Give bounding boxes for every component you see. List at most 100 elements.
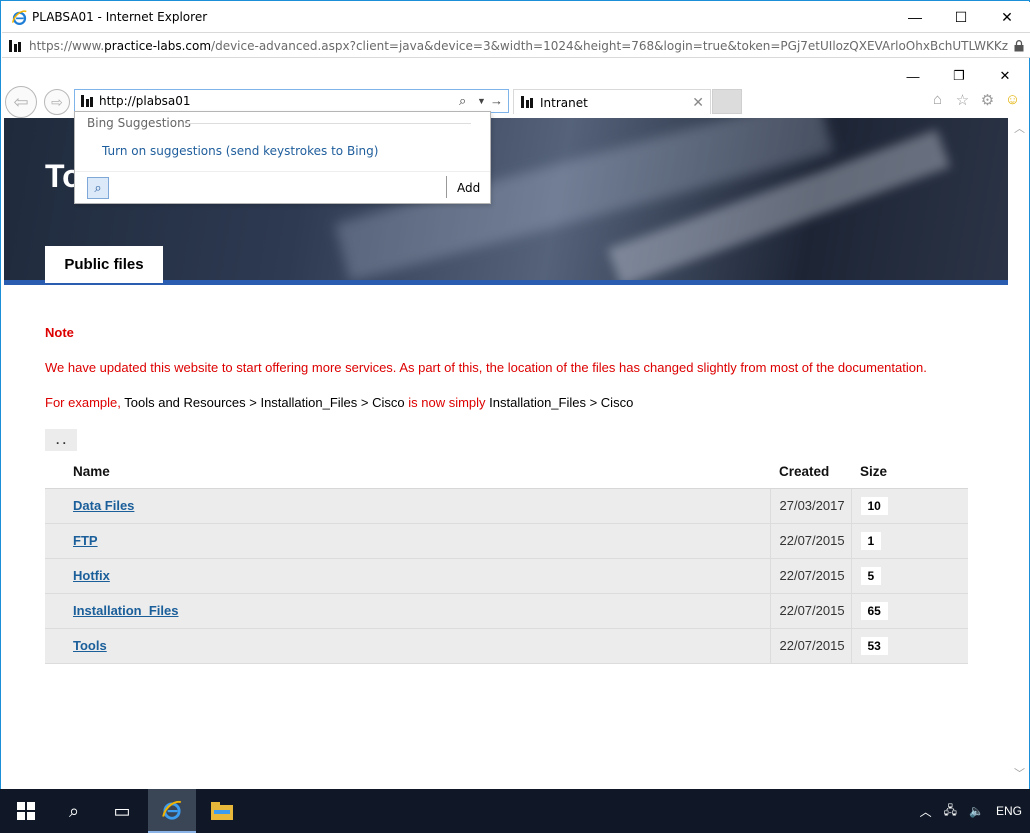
example-message: For example, Tools and Resources > Insta… <box>45 395 633 410</box>
table-header-row: Name Created Size <box>45 455 968 489</box>
size-badge: 5 <box>860 566 882 585</box>
task-view-button[interactable]: ▭ <box>98 789 146 833</box>
scroll-up-icon[interactable]: ︿ <box>1014 120 1025 136</box>
close-button[interactable]: ✕ <box>984 2 1030 32</box>
taskbar-file-explorer[interactable] <box>198 789 246 833</box>
new-tab-button[interactable] <box>712 89 742 114</box>
name-cell: Installation_Files <box>45 593 770 629</box>
internet-explorer-icon <box>11 10 27 25</box>
table-row: Data Files 27/03/2017 10 <box>45 488 968 524</box>
outer-url-text: https://www.practice-labs.com/device-adv… <box>29 39 1009 53</box>
address-box[interactable]: ⌕ ▼ → <box>74 89 509 113</box>
table-row: Installation_Files 22/07/2015 65 <box>45 593 968 629</box>
outer-address-bar[interactable]: https://www.practice-labs.com/device-adv… <box>2 32 1030 58</box>
forward-button[interactable]: ⇨ <box>44 89 70 115</box>
file-link-data-files[interactable]: Data Files <box>73 498 134 513</box>
forward-arrow-icon: ⇨ <box>51 93 63 110</box>
minimize-button[interactable]: — <box>892 2 938 32</box>
created-cell: 22/07/2015 <box>769 558 851 594</box>
task-view-icon: ▭ <box>113 800 131 821</box>
windows-logo-icon <box>17 802 35 820</box>
search-provider-icon[interactable]: ⌕ <box>87 177 109 199</box>
column-header-size[interactable]: Size <box>851 455 968 489</box>
toolbar-icons: ⌂ ☆ ⚙ ☺ <box>928 90 1022 109</box>
gear-icon[interactable]: ⚙ <box>978 90 997 109</box>
home-icon[interactable]: ⌂ <box>928 90 947 109</box>
name-cell: FTP <box>45 523 770 559</box>
smiley-feedback-icon[interactable]: ☺ <box>1003 90 1022 109</box>
size-cell: 1 <box>850 523 968 559</box>
example-mid: is now simply <box>404 395 490 410</box>
window-title: PLABSA01 - Internet Explorer <box>32 10 208 24</box>
close-tab-icon[interactable]: ✕ <box>692 94 704 111</box>
url-prefix: https://www. <box>29 39 105 53</box>
vertical-scrollbar[interactable]: ︿ ﹀ <box>1011 118 1028 787</box>
created-cell: 22/07/2015 <box>769 593 851 629</box>
size-cell: 53 <box>850 628 968 664</box>
show-hidden-icons-chevron-icon[interactable]: ︿ <box>920 803 932 820</box>
size-badge: 53 <box>860 636 888 655</box>
column-header-name[interactable]: Name <box>45 455 770 489</box>
footer-separator <box>446 176 447 198</box>
web-page: To Public files Note We have updated thi… <box>4 118 1010 787</box>
site-favicon-icon <box>81 95 93 107</box>
size-cell: 5 <box>850 558 968 594</box>
note-message: We have updated this website to start of… <box>45 360 927 375</box>
windows-taskbar: ⌕ ▭ ︿ 🖧 🔈 ENG <box>0 789 1030 833</box>
file-link-ftp[interactable]: FTP <box>73 533 98 548</box>
search-icon: ⌕ <box>68 800 80 821</box>
files-table: Name Created Size Data Files 27/03/2017 … <box>45 455 968 664</box>
tab-label: Intranet <box>540 96 588 110</box>
system-tray: ︿ 🖧 🔈 ENG <box>920 789 1022 833</box>
maximize-button[interactable]: ☐ <box>938 2 984 32</box>
site-favicon-icon <box>9 40 21 52</box>
favorites-star-icon[interactable]: ☆ <box>953 90 972 109</box>
outer-title-bar: PLABSA01 - Internet Explorer — ☐ ✕ <box>2 2 1030 32</box>
lock-icon[interactable] <box>1014 40 1024 52</box>
back-arrow-icon: ⇦ <box>13 91 29 112</box>
created-cell: 22/07/2015 <box>769 628 851 664</box>
start-button[interactable] <box>2 789 50 833</box>
taskbar-internet-explorer[interactable] <box>148 789 196 833</box>
file-link-hotfix[interactable]: Hotfix <box>73 568 110 583</box>
search-icon[interactable]: ⌕ <box>459 93 466 109</box>
scroll-down-icon[interactable]: ﹀ <box>1014 765 1025 781</box>
table-row: Tools 22/07/2015 53 <box>45 628 968 664</box>
url-rest: /device-advanced.aspx?client=java&device… <box>211 39 1009 53</box>
network-icon[interactable]: 🖧 <box>944 801 957 822</box>
language-indicator[interactable]: ENG <box>996 804 1022 818</box>
add-provider-button[interactable]: Add <box>457 181 480 195</box>
turn-on-suggestions-link[interactable]: Turn on suggestions (send keystrokes to … <box>102 144 378 158</box>
go-arrow-icon[interactable]: → <box>490 93 503 108</box>
tab-intranet[interactable]: Intranet ✕ <box>513 89 711 114</box>
example-prefix: For example, <box>45 395 125 410</box>
created-cell: 27/03/2017 <box>769 488 851 524</box>
file-link-installation-files[interactable]: Installation_Files <box>73 603 178 618</box>
parent-directory-button[interactable]: . . <box>45 429 77 451</box>
site-favicon-icon <box>521 96 533 108</box>
name-cell: Data Files <box>45 488 770 524</box>
size-cell: 10 <box>850 488 968 524</box>
table-row: Hotfix 22/07/2015 5 <box>45 558 968 594</box>
tab-public-files[interactable]: Public files <box>45 246 163 283</box>
size-badge: 1 <box>860 531 882 550</box>
note-title: Note <box>45 325 74 340</box>
name-cell: Tools <box>45 628 770 664</box>
column-header-created[interactable]: Created <box>770 455 851 489</box>
suggestions-header: Bing Suggestions <box>87 116 191 130</box>
created-cell: 22/07/2015 <box>769 523 851 559</box>
suggestions-footer: ⌕ Add <box>75 171 490 203</box>
internet-explorer-icon <box>162 800 182 820</box>
table-row: FTP 22/07/2015 1 <box>45 523 968 559</box>
search-taskbar-button[interactable]: ⌕ <box>50 789 98 833</box>
suggestions-divider <box>185 123 471 124</box>
suggestions-dropdown: Bing Suggestions Turn on suggestions (se… <box>74 111 491 204</box>
back-button[interactable]: ⇦ <box>5 86 37 118</box>
dropdown-arrow-icon[interactable]: ▼ <box>477 96 486 106</box>
ie-outer-window: PLABSA01 - Internet Explorer — ☐ ✕ https… <box>0 0 1030 833</box>
file-link-tools[interactable]: Tools <box>73 638 107 653</box>
address-input[interactable] <box>99 93 449 109</box>
volume-icon[interactable]: 🔈 <box>969 804 984 818</box>
name-cell: Hotfix <box>45 558 770 594</box>
size-badge: 10 <box>860 496 888 515</box>
